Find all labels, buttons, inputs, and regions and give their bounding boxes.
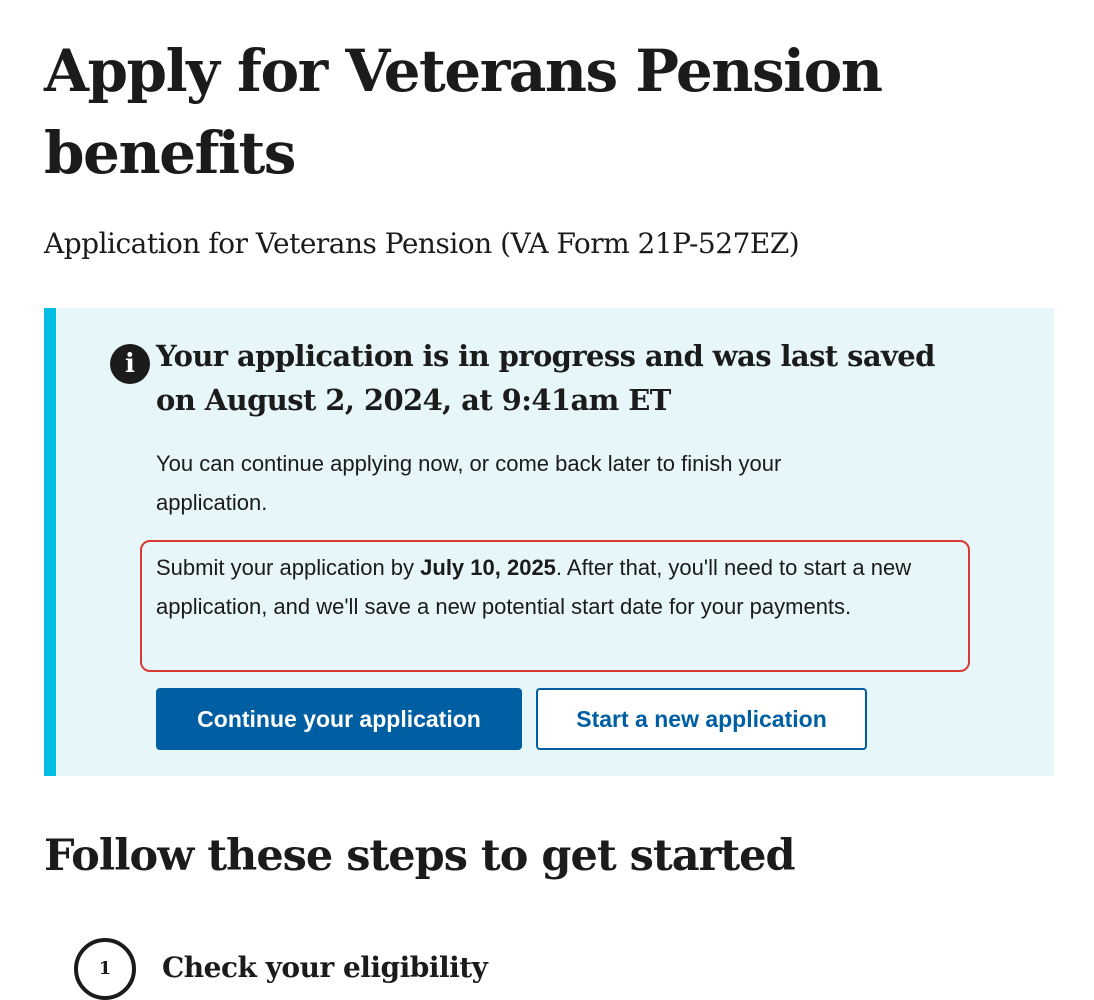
page-title: Apply for Veterans Pension benefits [44, 37, 883, 187]
start-new-application-button[interactable]: Start a new application [536, 688, 867, 750]
page-container: Apply for Veterans Pension benefits Appl… [44, 0, 1054, 1000]
form-subtitle: Application for Veterans Pension (VA For… [44, 227, 800, 260]
deadline-prefix: Submit your application by [156, 555, 421, 580]
steps-heading: Follow these steps to get started [44, 831, 796, 881]
step-item: 1 Check your eligibility [74, 938, 674, 1000]
in-progress-alert: i Your application is in progress and wa… [44, 308, 1054, 776]
step-number-badge: 1 [74, 938, 136, 1000]
deadline-text: Submit your application by July 10, 2025… [156, 548, 956, 626]
alert-body-text: You can continue applying now, or come b… [156, 451, 782, 515]
step-label: Check your eligibility [162, 951, 488, 984]
deadline-date: July 10, 2025 [420, 555, 556, 580]
info-icon: i [110, 344, 150, 384]
continue-application-button[interactable]: Continue your application [156, 688, 522, 750]
alert-heading: Your application is in progress and was … [156, 339, 935, 417]
